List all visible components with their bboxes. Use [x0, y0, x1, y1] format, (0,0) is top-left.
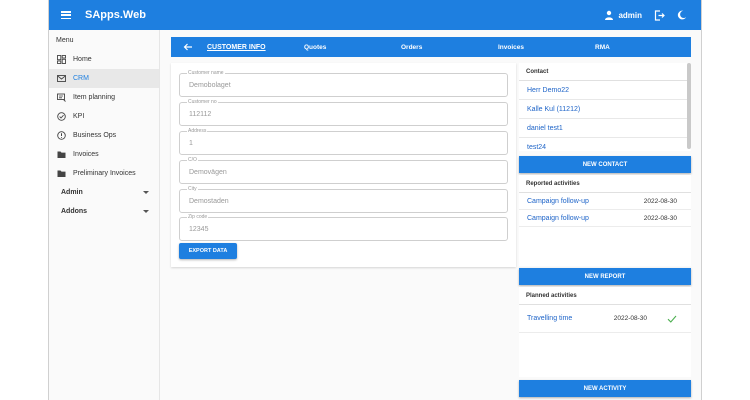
chevron-down-icon	[143, 191, 149, 194]
contact-panel: Contact Herr Demo22 Kalle Kul (11212) da…	[519, 63, 691, 157]
activity-date: 2022-08-30	[613, 315, 647, 322]
reported-activities-panel: Reported activities Campaign follow-up 2…	[519, 175, 691, 266]
sidebar-item-label: Item planning	[73, 94, 116, 101]
mail-icon	[57, 75, 66, 82]
app-title: SApps.Web	[85, 9, 146, 21]
app-frame: SApps.Web admin Menu Home CRM Item plann…	[48, 0, 702, 400]
customer-no-field[interactable]: Customer no 112112	[179, 99, 508, 126]
tab-invoices[interactable]: Invoices	[498, 44, 524, 51]
sidebar-item-label: KPI	[73, 113, 85, 120]
folder-icon	[57, 170, 66, 177]
new-contact-button[interactable]: NEW CONTACT	[519, 156, 691, 173]
sidebar-group-label: Admin	[61, 189, 83, 196]
activity-name[interactable]: Campaign follow-up	[527, 215, 644, 222]
reported-activities-title: Reported activities	[519, 175, 691, 193]
co-field[interactable]: C/O Demovägen	[179, 157, 508, 184]
tab-rma[interactable]: RMA	[595, 44, 610, 51]
sidebar-group-admin[interactable]: Admin	[49, 183, 159, 202]
field-value: 1	[189, 140, 193, 147]
field-value: Demobolaget	[189, 82, 231, 89]
folder-icon	[57, 151, 66, 158]
address-field[interactable]: Address 1	[179, 128, 508, 155]
activity-date: 2022-08-30	[643, 197, 677, 205]
new-activity-button[interactable]: NEW ACTIVITY	[519, 380, 691, 397]
activity-name[interactable]: Campaign follow-up	[527, 198, 644, 205]
chevron-down-icon	[143, 210, 149, 213]
field-label: Address	[187, 128, 208, 134]
sidebar-item-label: CRM	[73, 75, 89, 82]
alert-circle-icon	[57, 131, 66, 140]
contact-item[interactable]: test24	[519, 138, 691, 157]
activity-date: 2022-08-30	[643, 214, 677, 222]
menu-icon[interactable]	[61, 11, 71, 19]
dark-mode-icon[interactable]	[677, 10, 687, 20]
zip-code-field[interactable]: Zip code 12345	[179, 214, 508, 241]
activity-row: Campaign follow-up 2022-08-30	[519, 210, 691, 227]
tab-bar: CUSTOMER INFO Quotes Orders Invoices RMA	[171, 37, 691, 57]
contact-item[interactable]: Kalle Kul (11212)	[519, 100, 691, 119]
sidebar-item-label: Preliminary Invoices	[73, 170, 136, 177]
activity-row: Campaign follow-up 2022-08-30	[519, 193, 691, 210]
sidebar-item-item-planning[interactable]: Item planning	[49, 88, 159, 107]
contact-item[interactable]: daniel test1	[519, 119, 691, 138]
contact-scrollbar[interactable]	[687, 63, 691, 149]
sidebar-item-preliminary-invoices[interactable]: Preliminary Invoices	[49, 164, 159, 183]
field-label: Customer no	[187, 99, 218, 105]
check-icon	[667, 315, 677, 323]
logout-icon[interactable]	[654, 9, 665, 21]
sidebar: Menu Home CRM Item planning KPI Business…	[49, 30, 160, 400]
check-circle-icon	[57, 112, 66, 121]
new-report-button[interactable]: NEW REPORT	[519, 268, 691, 285]
arrow-left-icon[interactable]	[183, 42, 193, 52]
field-value: 112112	[189, 111, 212, 118]
customer-name-field[interactable]: Customer name Demobolaget	[179, 70, 508, 97]
top-bar-actions: admin	[604, 9, 687, 21]
menu-title: Menu	[56, 37, 74, 44]
dashboard-icon	[57, 55, 66, 64]
field-label: Customer name	[187, 70, 225, 76]
planned-activities-panel: Planned activities Travelling time 2022-…	[519, 287, 691, 377]
user-name[interactable]: admin	[618, 11, 642, 20]
top-bar: SApps.Web admin	[49, 0, 701, 30]
field-value: Demostaden	[189, 198, 229, 205]
tab-orders[interactable]: Orders	[401, 44, 422, 51]
planned-activities-title: Planned activities	[519, 287, 691, 305]
sidebar-item-label: Invoices	[73, 151, 99, 158]
field-label: Zip code	[187, 214, 209, 220]
field-label: C/O	[187, 157, 198, 163]
contact-item[interactable]: Herr Demo22	[519, 81, 691, 100]
sidebar-group-label: Addons	[61, 208, 88, 215]
city-field[interactable]: City Demostaden	[179, 186, 508, 213]
export-data-button[interactable]: EXPORT DATA	[179, 243, 237, 259]
sidebar-item-crm[interactable]: CRM	[49, 69, 159, 88]
planned-activity-row: Travelling time 2022-08-30	[519, 305, 691, 333]
sidebar-item-invoices[interactable]: Invoices	[49, 145, 159, 164]
sidebar-group-addons[interactable]: Addons	[49, 202, 159, 221]
field-value: Demovägen	[189, 169, 227, 176]
field-label: City	[187, 186, 198, 192]
sidebar-item-label: Home	[73, 56, 92, 63]
customer-info-card: Customer name Demobolaget Customer no 11…	[171, 63, 516, 267]
sidebar-item-home[interactable]: Home	[49, 50, 159, 69]
sidebar-item-kpi[interactable]: KPI	[49, 107, 159, 126]
sidebar-item-label: Business Ops	[73, 132, 117, 139]
tab-customer-info[interactable]: CUSTOMER INFO	[207, 44, 266, 51]
sidebar-item-business-ops[interactable]: Business Ops	[49, 126, 159, 145]
user-icon	[605, 10, 614, 20]
itemplan-icon	[57, 93, 66, 102]
activity-name[interactable]: Travelling time	[527, 315, 614, 322]
contact-title: Contact	[519, 63, 691, 81]
field-value: 12345	[189, 226, 209, 233]
tab-quotes[interactable]: Quotes	[304, 44, 326, 51]
